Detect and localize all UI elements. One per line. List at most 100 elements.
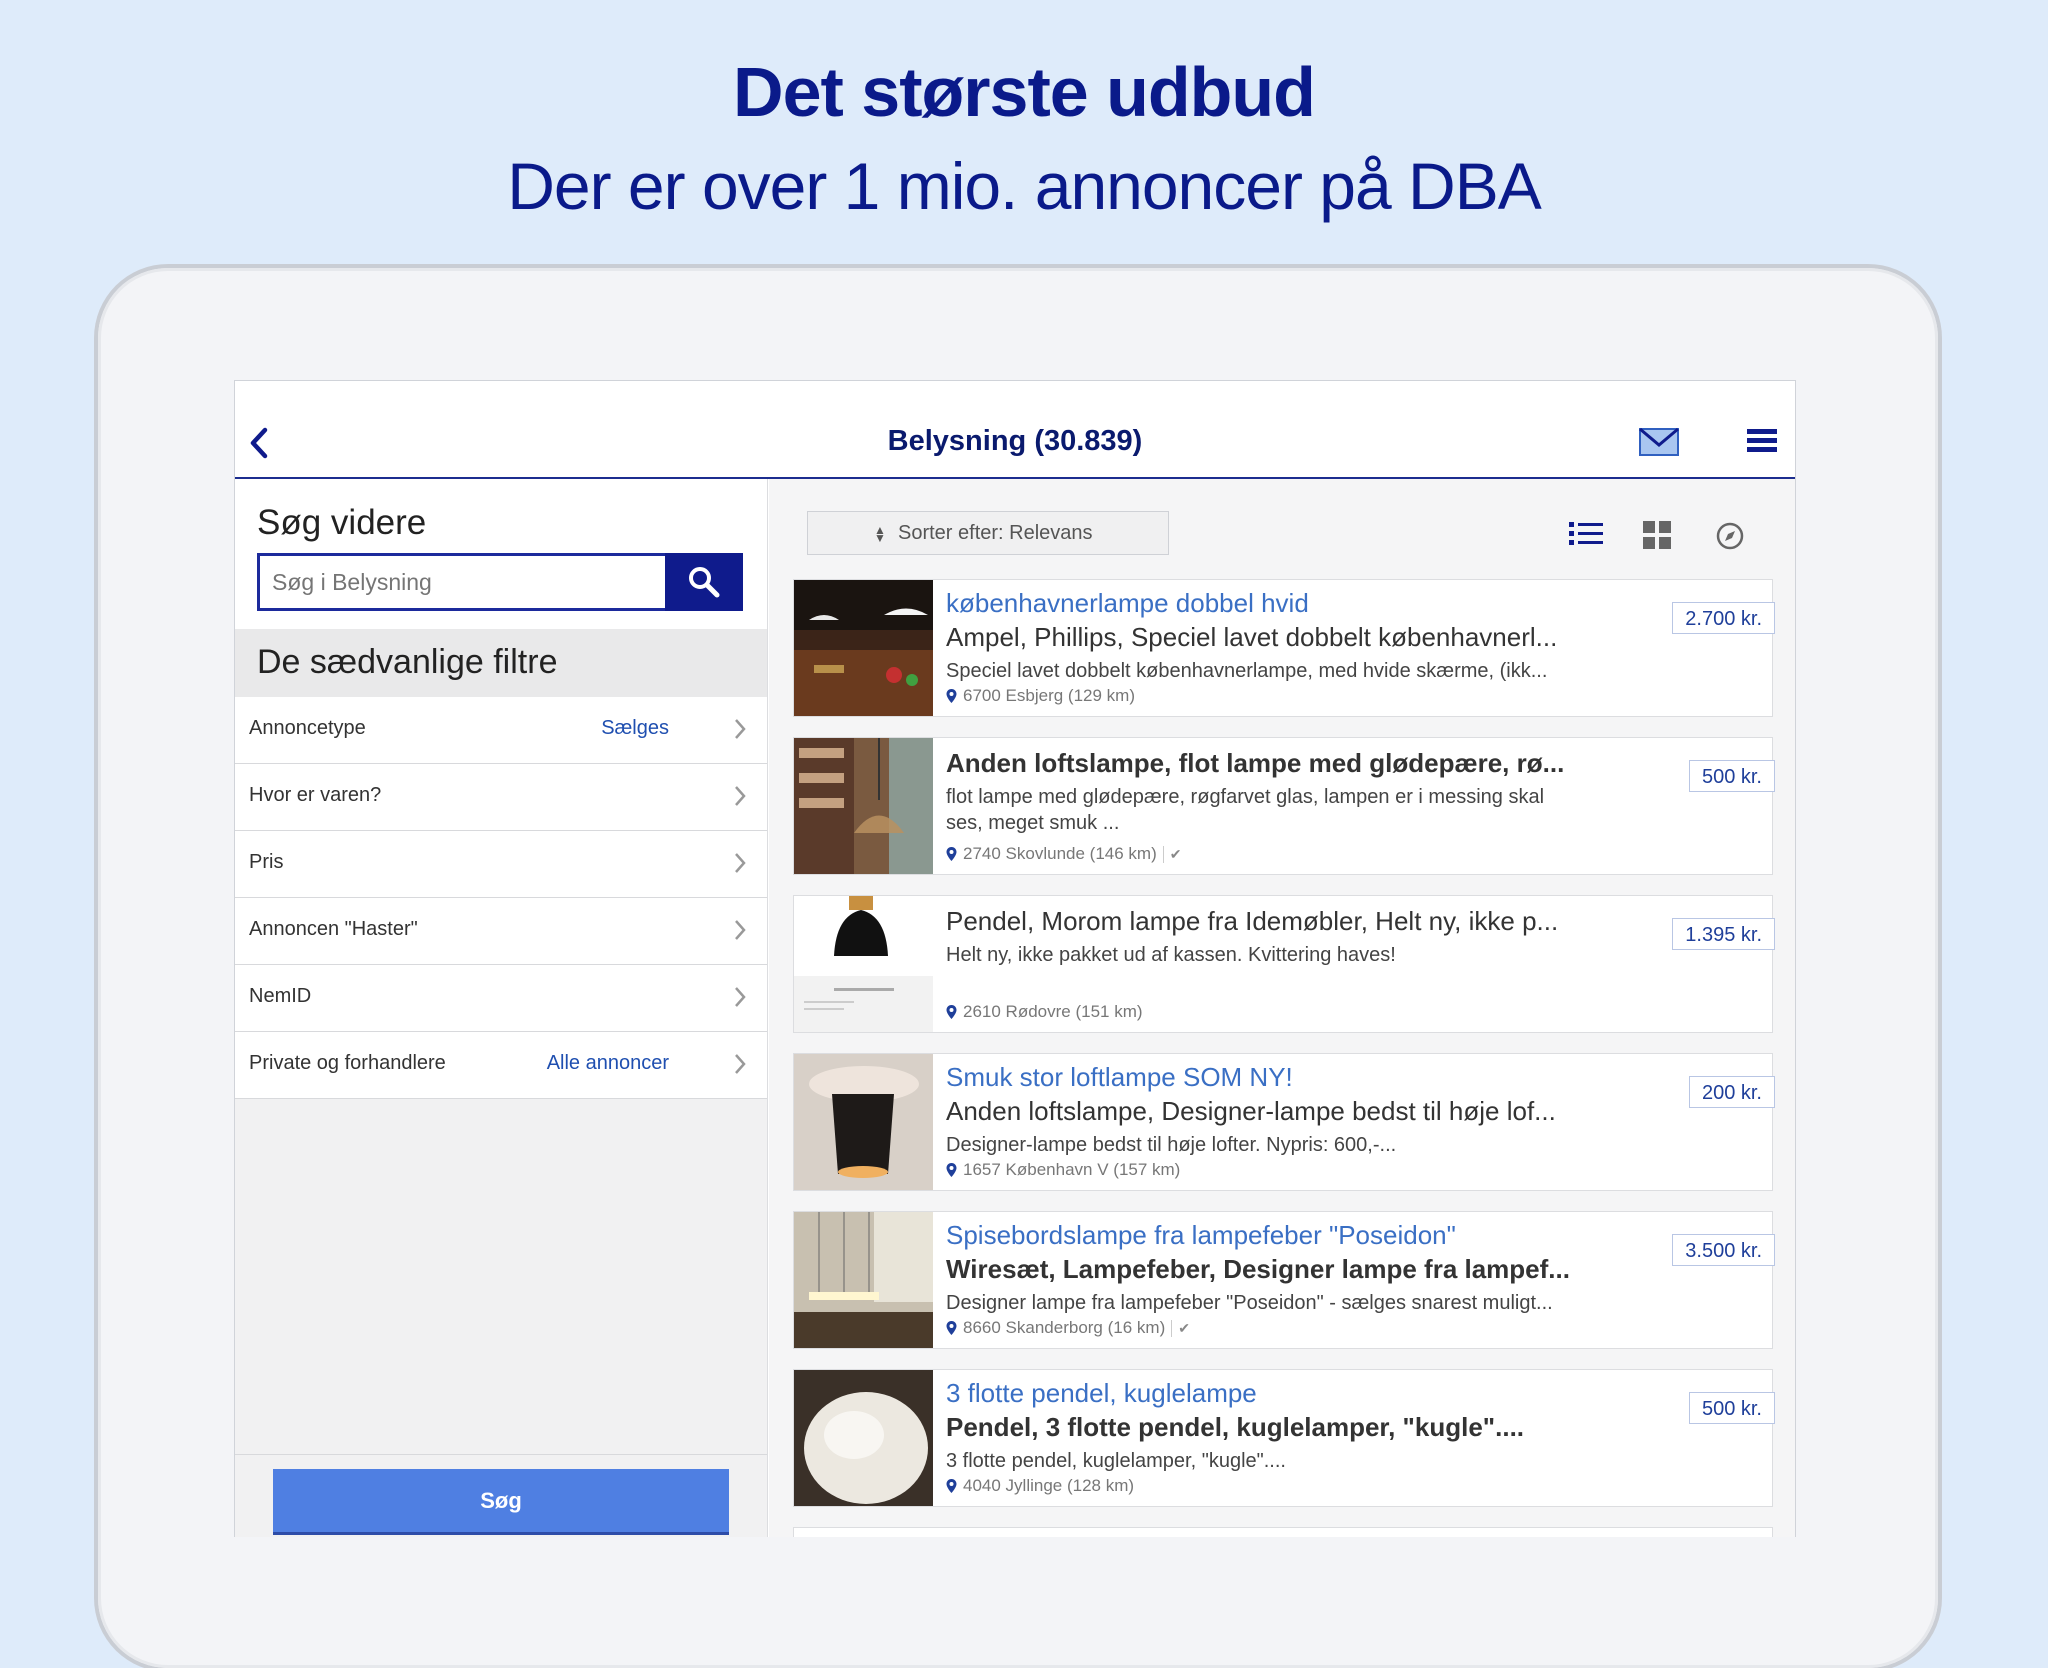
listing-location: 1657 København V (157 km) bbox=[946, 1160, 1180, 1180]
search-icon bbox=[689, 567, 720, 598]
location-pin-icon bbox=[946, 1163, 957, 1177]
location-pin-icon bbox=[946, 1005, 957, 1019]
filter-label: Annoncetype bbox=[249, 717, 366, 739]
location-text: 1657 København V (157 km) bbox=[963, 1160, 1181, 1179]
location-text: 6700 Esbjerg (129 km) bbox=[963, 686, 1135, 705]
listing-card[interactable]: Smuk stor loftlampe SOM NY! Anden loftsl… bbox=[793, 1053, 1775, 1191]
list-view-button[interactable] bbox=[1569, 521, 1603, 547]
chevron-right-icon bbox=[735, 1054, 746, 1074]
chevron-right-icon bbox=[735, 786, 746, 806]
listing-card[interactable]: 3 flotte pendel, kuglelampe Pendel, 3 fl… bbox=[793, 1369, 1775, 1507]
search-button[interactable] bbox=[665, 553, 743, 611]
price-badge: 500 kr. bbox=[1688, 760, 1775, 792]
price-badge: 2.700 kr. bbox=[1672, 602, 1775, 634]
filter-label: Private og forhandlere bbox=[249, 1052, 446, 1074]
hamburger-menu-icon bbox=[1747, 429, 1777, 452]
listing-title-link[interactable]: Smuk stor loftlampe SOM NY! bbox=[946, 1062, 1293, 1093]
price-badge: 1.395 kr. bbox=[1672, 918, 1775, 950]
promo-subtitle: Der er over 1 mio. annoncer på DBA bbox=[507, 149, 1542, 223]
filter-value: Sælges bbox=[601, 717, 669, 739]
listing-description: Speciel lavet dobbelt københavnerlampe, … bbox=[946, 660, 1548, 682]
price-badge: 500 kr. bbox=[1688, 1392, 1775, 1424]
listing-location: 2610 Rødovre (151 km) bbox=[946, 1002, 1143, 1022]
search-section: Søg videre bbox=[235, 479, 767, 629]
results-panel: ▲ ▼ Sorter efter: Relevans københavnerla… bbox=[769, 479, 1795, 1537]
mail-icon bbox=[1639, 427, 1679, 456]
location-pin-icon bbox=[946, 689, 957, 703]
submit-search-button[interactable]: Søg bbox=[273, 1469, 729, 1535]
messages-button[interactable] bbox=[1639, 427, 1679, 457]
listing-card[interactable]: københavnerlampe dobbel hvid Ampel, Phil… bbox=[793, 579, 1775, 717]
promo-title: Det største udbud bbox=[733, 53, 1316, 131]
location-text: 2740 Skovlunde (146 km) bbox=[963, 844, 1157, 863]
listing-title-link[interactable]: københavnerlampe dobbel hvid bbox=[946, 588, 1309, 619]
listing-description: Designer-lampe bedst til høje lofter. Ny… bbox=[946, 1134, 1397, 1156]
filter-row-nemid[interactable]: NemID bbox=[235, 965, 767, 1032]
filter-label: Pris bbox=[249, 851, 284, 873]
filter-list: Annoncetype Sælges Hvor er varen? Pris A… bbox=[235, 697, 767, 1099]
listing-location: 6700 Esbjerg (129 km) bbox=[946, 686, 1135, 706]
sort-arrows-icon: ▲ ▼ bbox=[874, 523, 886, 545]
price-badge: 3.500 kr. bbox=[1672, 1234, 1775, 1266]
listing-thumbnail bbox=[794, 738, 933, 874]
verified-check-icon: ✔ bbox=[1162, 846, 1181, 863]
page-title: Belysning (30.839) bbox=[887, 425, 1143, 457]
filter-label: Annoncen "Haster" bbox=[249, 918, 418, 940]
listing-subtitle: Pendel, Morom lampe fra Idemøbler, Helt … bbox=[946, 906, 1559, 936]
listing-subtitle: Pendel, 3 flotte pendel, kuglelamper, "k… bbox=[946, 1412, 1525, 1442]
chevron-right-icon bbox=[735, 920, 746, 940]
location-pin-icon bbox=[946, 1479, 957, 1493]
listing-thumbnail bbox=[794, 1054, 933, 1190]
listing-location: 2740 Skovlunde (146 km) ✔ bbox=[946, 844, 1181, 864]
filter-row-urgent[interactable]: Annoncen "Haster" bbox=[235, 898, 767, 965]
verified-check-icon: ✔ bbox=[1171, 1320, 1190, 1337]
filter-sidebar: Søg videre De sædvanlige filtre Annoncet… bbox=[235, 479, 768, 1537]
filter-row-annoncetype[interactable]: Annoncetype Sælges bbox=[235, 697, 767, 764]
listing-subtitle: Anden loftslampe, Designer-lampe bedst t… bbox=[946, 1096, 1556, 1126]
compass-icon bbox=[1716, 522, 1744, 550]
filter-value: Alle annoncer bbox=[546, 1052, 669, 1074]
filter-label: NemID bbox=[249, 985, 312, 1007]
location-text: 2610 Rødovre (151 km) bbox=[963, 1002, 1143, 1021]
search-input[interactable] bbox=[257, 553, 665, 611]
top-navigation-bar: Belysning (30.839) bbox=[235, 381, 1795, 479]
listing-description: flot lampe med glødepære, røgfarvet glas… bbox=[946, 786, 1545, 834]
listing-description: Helt ny, ikke pakket ud af kassen. Kvitt… bbox=[946, 944, 1396, 966]
filter-row-price[interactable]: Pris bbox=[235, 831, 767, 898]
app-screen: Belysning (30.839) Søg videre Søg i Bely… bbox=[234, 380, 1796, 1537]
filters-heading: De sædvanlige filtre bbox=[235, 629, 767, 697]
chevron-right-icon bbox=[735, 853, 746, 873]
chevron-right-icon bbox=[735, 987, 746, 1007]
listing-thumbnail bbox=[794, 896, 933, 1032]
listing-card[interactable]: Pendel, Morom lampe fra Idemøbler, Helt … bbox=[793, 895, 1775, 1033]
filter-row-seller-type[interactable]: Private og forhandlere Alle annoncer bbox=[235, 1032, 767, 1099]
listing-thumbnail bbox=[794, 580, 933, 716]
listing-title-link[interactable]: 3 flotte pendel, kuglelampe bbox=[946, 1378, 1257, 1409]
listing-card[interactable]: Anden loftslampe, flot lampe med glødepæ… bbox=[793, 737, 1775, 875]
listing-thumbnail bbox=[794, 1212, 933, 1348]
listing-location: 8660 Skanderborg (16 km) ✔ bbox=[946, 1318, 1190, 1338]
chevron-right-icon bbox=[735, 719, 746, 739]
listing-subtitle: Anden loftslampe, flot lampe med glødepæ… bbox=[946, 748, 1565, 778]
location-pin-icon bbox=[946, 847, 957, 861]
list-view-icon bbox=[1569, 522, 1603, 545]
listing-description: 3 flotte pendel, kuglelamper, "kugle"...… bbox=[946, 1450, 1286, 1472]
location-text: 8660 Skanderborg (16 km) bbox=[963, 1318, 1166, 1337]
submit-bar: Søg bbox=[235, 1454, 767, 1537]
sort-dropdown[interactable]: ▲ ▼ Sorter efter: Relevans bbox=[807, 511, 1169, 555]
listing-card[interactable]: Spisebordslampe fra lampefeber "Poseidon… bbox=[793, 1211, 1775, 1349]
filter-label: Hvor er varen? bbox=[249, 784, 382, 806]
filter-row-location[interactable]: Hvor er varen? bbox=[235, 764, 767, 831]
listing-location: 4040 Jyllinge (128 km) bbox=[946, 1476, 1134, 1496]
price-badge: 200 kr. bbox=[1688, 1076, 1775, 1108]
listing-thumbnail bbox=[794, 1370, 933, 1506]
location-text: 4040 Jyllinge (128 km) bbox=[963, 1476, 1135, 1495]
grid-view-icon bbox=[1643, 521, 1671, 549]
map-view-button[interactable] bbox=[1715, 521, 1745, 551]
listing-title-link[interactable]: Spisebordslampe fra lampefeber "Poseidon… bbox=[946, 1220, 1456, 1251]
listing-subtitle: Wiresæt, Lampefeber, Designer lampe fra … bbox=[946, 1254, 1570, 1284]
grid-view-button[interactable] bbox=[1643, 521, 1671, 549]
menu-button[interactable] bbox=[1747, 427, 1777, 455]
search-heading: Søg videre bbox=[257, 503, 427, 542]
listing-subtitle: Ampel, Phillips, Speciel lavet dobbelt k… bbox=[946, 622, 1558, 652]
